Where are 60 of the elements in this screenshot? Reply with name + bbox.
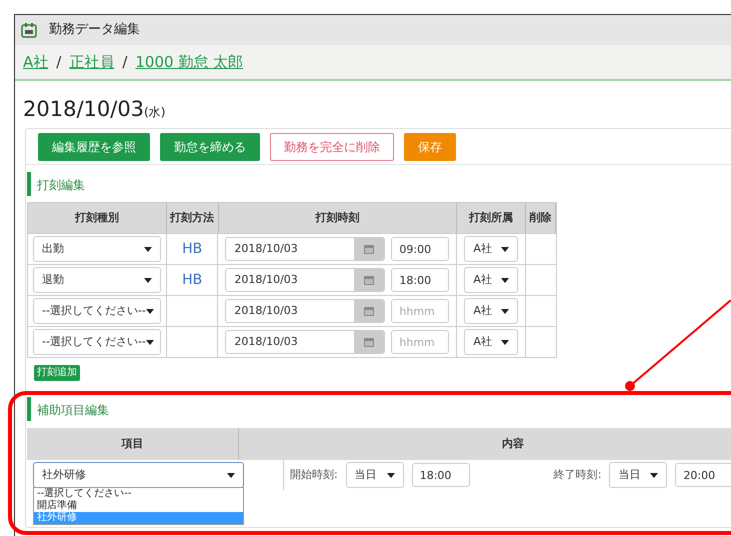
time-field[interactable]: 09:00: [391, 237, 450, 261]
date-heading: 2018/10/03(水): [23, 96, 166, 122]
section-title: 打刻編集: [37, 178, 85, 192]
caret-icon: [501, 246, 510, 252]
caret-icon: [144, 246, 152, 252]
caret-icon: [146, 340, 154, 344]
column-header: 打刻時刻: [218, 203, 458, 233]
time-field[interactable]: 18:00: [391, 268, 450, 292]
calendar-icon: [364, 337, 374, 347]
column-header: 打刻所属: [457, 203, 526, 233]
select-field[interactable]: A社: [464, 236, 518, 262]
end-time-field[interactable]: 20:00: [675, 463, 731, 487]
method-text: HB: [182, 240, 202, 258]
date-field[interactable]: 2018/10/03: [225, 330, 386, 354]
calendar-icon: [364, 306, 374, 316]
calendar-icon: [364, 244, 374, 254]
select-field[interactable]: A社: [464, 298, 518, 324]
select-field[interactable]: 退勤: [33, 267, 161, 293]
breadcrumb-separator: /: [122, 52, 128, 73]
date-field[interactable]: 2018/10/03: [225, 237, 386, 261]
add-stamp-button[interactable]: 打刻追加: [34, 365, 80, 381]
dropdown-option[interactable]: --選択してください--: [34, 488, 243, 500]
select-field[interactable]: 社外研修: [33, 462, 244, 488]
start-time-field[interactable]: 18:00: [412, 463, 470, 487]
calendar-icon: [21, 22, 37, 38]
caret-icon: [227, 472, 235, 478]
caret-icon: [501, 278, 510, 282]
action-button[interactable]: 勤務を完全に削除: [270, 132, 394, 160]
select-field[interactable]: 出勤: [33, 236, 161, 262]
column-header: 削除: [526, 203, 556, 233]
breadcrumb-separator: /: [56, 52, 62, 73]
window-title: 勤務データ編集: [49, 21, 140, 40]
caret-icon: [501, 340, 510, 344]
select-field[interactable]: 当日: [609, 462, 668, 488]
caret-icon: [650, 472, 658, 478]
select-field[interactable]: 当日: [346, 462, 404, 488]
method-text: HB: [182, 270, 202, 290]
column-header: 内容: [500, 436, 525, 452]
caret-icon: [144, 278, 152, 282]
column-header: 打刻方法: [166, 203, 219, 233]
action-button[interactable]: 編集履歴を参照: [38, 132, 150, 160]
date-field[interactable]: 2018/10/03: [225, 299, 386, 323]
start-time-label: 開始時刻:: [290, 466, 338, 483]
end-time-label: 終了時刻:: [554, 466, 602, 483]
calendar-icon: [364, 275, 374, 285]
section-title: 補助項目編集: [37, 403, 109, 417]
time-field[interactable]: hhmm: [391, 299, 450, 323]
column-header: 項目: [27, 428, 239, 460]
dropdown-option[interactable]: 開店準備: [34, 500, 243, 512]
caret-icon: [146, 308, 154, 314]
select-field[interactable]: --選択してください--: [33, 298, 161, 324]
column-header: 打刻種別: [28, 203, 167, 233]
time-field[interactable]: hhmm: [391, 330, 450, 354]
select-field[interactable]: A社: [464, 329, 518, 355]
date-field[interactable]: 2018/10/03: [225, 268, 386, 292]
caret-icon: [386, 472, 395, 478]
select-field[interactable]: --選択してください--: [33, 329, 161, 355]
action-button[interactable]: 勤怠を締める: [160, 132, 260, 160]
caret-icon: [501, 308, 510, 314]
select-field[interactable]: A社: [464, 267, 518, 293]
